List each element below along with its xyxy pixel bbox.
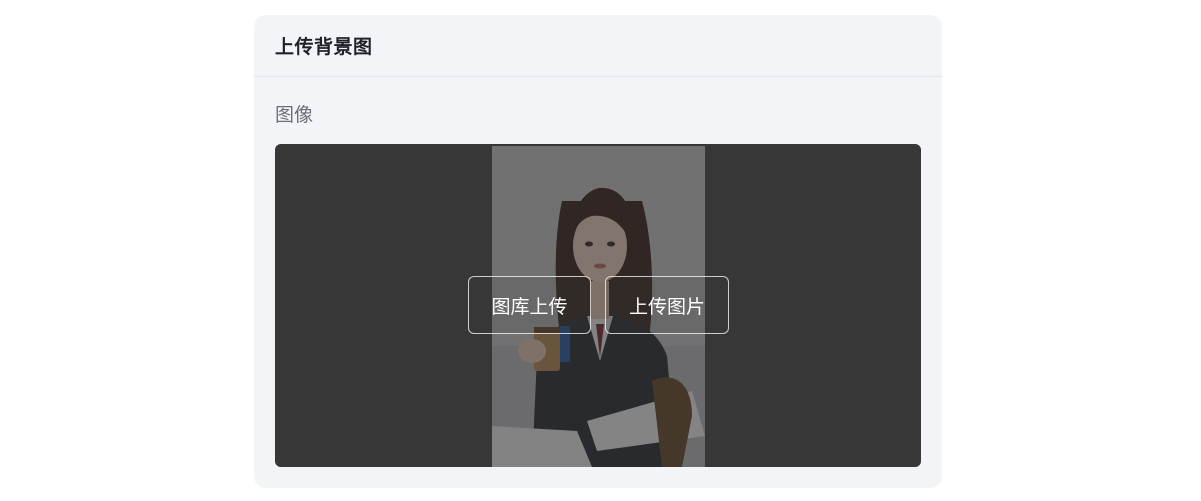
gallery-upload-button[interactable]: 图库上传 — [468, 276, 591, 334]
image-upload-area[interactable]: 图库上传 上传图片 — [275, 144, 921, 467]
upload-background-card: 上传背景图 图像 图库上传 上传图片 — [254, 15, 942, 488]
image-field-label: 图像 — [275, 104, 314, 126]
upload-image-button[interactable]: 上传图片 — [605, 276, 729, 334]
image-dim-overlay — [275, 144, 921, 467]
card-title: 上传背景图 — [275, 36, 373, 58]
card-header: 上传背景图 — [254, 15, 942, 77]
